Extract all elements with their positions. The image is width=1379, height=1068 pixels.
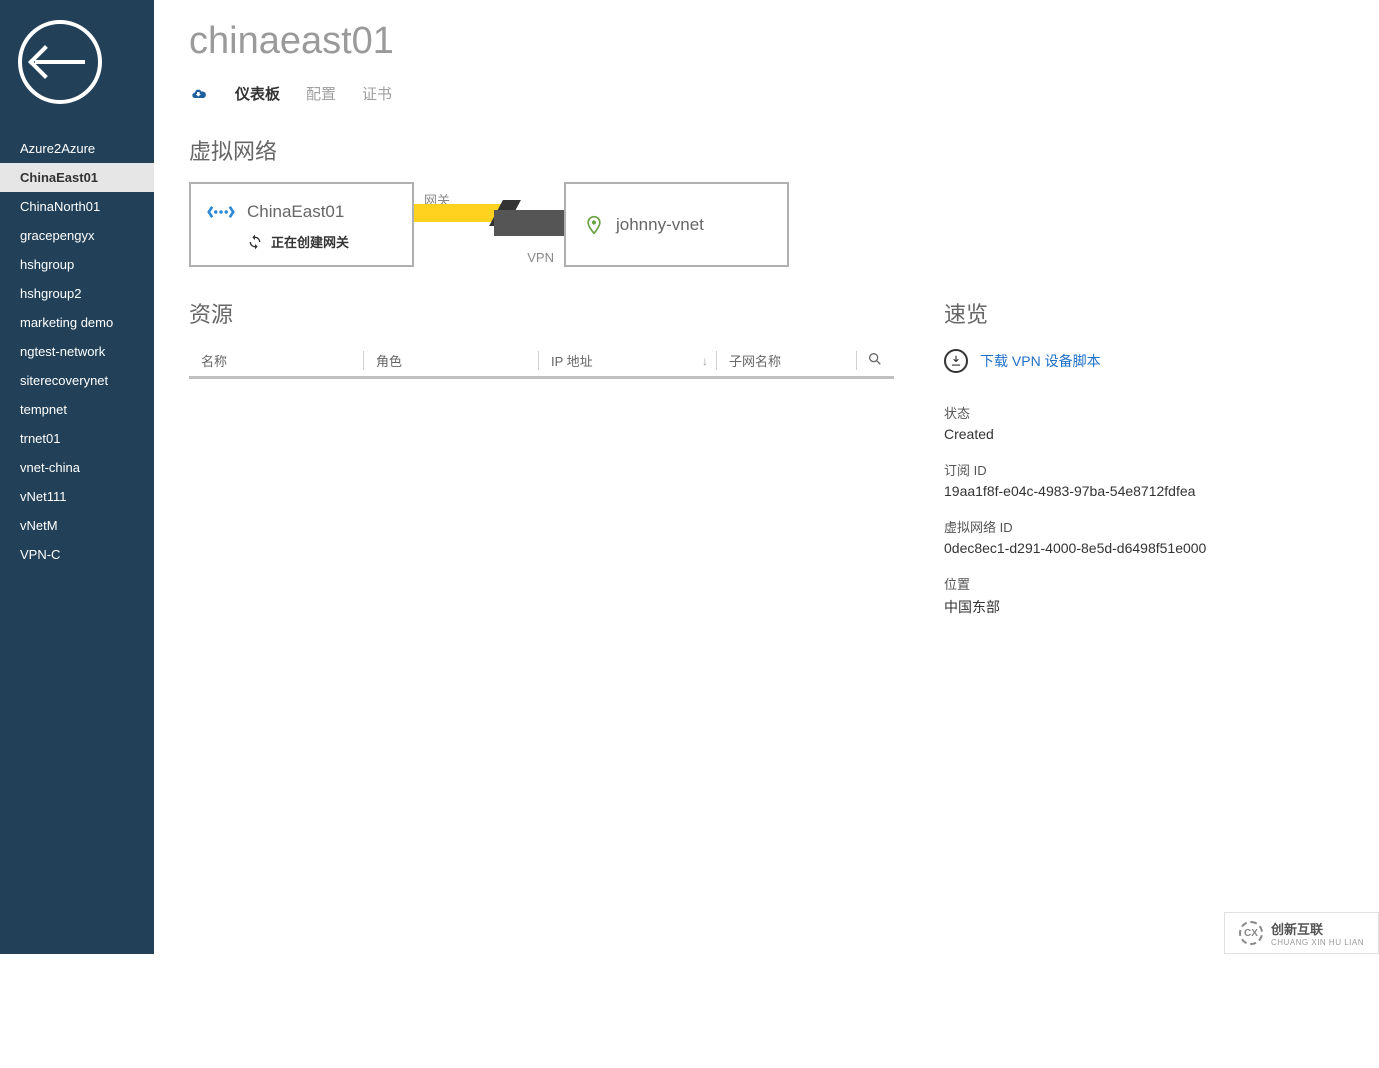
watermark-logo-icon: CX (1239, 921, 1263, 945)
sidebar-item-tempnet[interactable]: tempnet (0, 395, 154, 424)
th-ip-label: IP 地址 (551, 354, 593, 369)
cloud-icon (189, 84, 209, 104)
sidebar-item-hshgroup[interactable]: hshgroup (0, 250, 154, 279)
search-icon (867, 351, 883, 367)
section-resources-title: 资源 (189, 297, 894, 329)
th-name[interactable]: 名称 (189, 351, 364, 370)
sidebar-item-vnetm[interactable]: vNetM (0, 511, 154, 540)
vnet-left-box[interactable]: ChinaEast01 正在创建网关 (189, 182, 414, 267)
vnet-left-name: ChinaEast01 (247, 202, 344, 222)
th-role[interactable]: 角色 (364, 351, 539, 370)
map-pin-icon (584, 213, 604, 237)
vnet-icon (207, 198, 235, 226)
tab-configure[interactable]: 配置 (306, 83, 336, 104)
tab-dashboard[interactable]: 仪表板 (235, 83, 280, 104)
sidebar-item-azure2azure[interactable]: Azure2Azure (0, 134, 154, 163)
watermark-sub: CHUANG XIN HU LIAN (1271, 938, 1364, 947)
th-search[interactable] (857, 351, 893, 370)
sidebar-item-vnet111[interactable]: vNet111 (0, 482, 154, 511)
sidebar-item-hshgroup2[interactable]: hshgroup2 (0, 279, 154, 308)
section-vnet-title: 虚拟网络 (189, 134, 1379, 166)
th-ip[interactable]: IP 地址 ↓ (539, 351, 717, 370)
sidebar-item-chinanorth01[interactable]: ChinaNorth01 (0, 192, 154, 221)
main-content: chinaeast01 仪表板 配置 证书 虚拟网络 ChinaEast01 (154, 0, 1379, 954)
location-label: 位置 (944, 574, 1244, 593)
vnet-id-label: 虚拟网络 ID (944, 517, 1244, 536)
vnet-id-value: 0dec8ec1-d291-4000-8e5d-d6498f51e000 (944, 540, 1244, 556)
vnet-connection: 网关 VPN (414, 182, 564, 267)
sidebar: Azure2Azure ChinaEast01 ChinaNorth01 gra… (0, 0, 154, 954)
watermark: CX 创新互联 CHUANG XIN HU LIAN (1224, 912, 1379, 954)
vnet-right-box[interactable]: johnny-vnet (564, 182, 789, 267)
sidebar-item-vpn-c[interactable]: VPN-C (0, 540, 154, 569)
page-title: chinaeast01 (189, 20, 1379, 63)
sidebar-item-vnet-china[interactable]: vnet-china (0, 453, 154, 482)
location-value: 中国东部 (944, 597, 1244, 617)
vpn-label: VPN (527, 250, 554, 265)
back-button[interactable] (18, 20, 102, 104)
sidebar-item-chinaeast01[interactable]: ChinaEast01 (0, 163, 154, 192)
sort-down-icon: ↓ (702, 354, 708, 368)
section-quick-title: 速览 (944, 297, 1244, 329)
download-link-text: 下载 VPN 设备脚本 (980, 351, 1101, 371)
status-label: 状态 (944, 403, 1244, 422)
status-value: Created (944, 426, 1244, 442)
tabs: 仪表板 配置 证书 (189, 83, 1379, 104)
vnet-diagram: ChinaEast01 正在创建网关 网关 VPN joh (189, 182, 1379, 267)
sidebar-item-ngtest-network[interactable]: ngtest-network (0, 337, 154, 366)
subscription-id-value: 19aa1f8f-e04c-4983-97ba-54e8712fdfea (944, 483, 1244, 499)
tab-certificates[interactable]: 证书 (362, 83, 392, 104)
sidebar-item-siterecoverynet[interactable]: siterecoverynet (0, 366, 154, 395)
th-subnet[interactable]: 子网名称 (717, 351, 857, 370)
vnet-right-name: johnny-vnet (616, 215, 704, 235)
sidebar-item-gracepengyx[interactable]: gracepengyx (0, 221, 154, 250)
sync-icon (247, 234, 263, 250)
watermark-brand: 创新互联 (1271, 919, 1364, 938)
quick-panel: 速览 下载 VPN 设备脚本 状态 Created 订阅 ID 19aa1f8f… (944, 297, 1244, 617)
back-arrow-icon (35, 60, 85, 64)
vnet-left-status: 正在创建网关 (271, 232, 349, 251)
subscription-id-label: 订阅 ID (944, 460, 1244, 479)
download-vpn-script-link[interactable]: 下载 VPN 设备脚本 (944, 349, 1244, 373)
download-icon (944, 349, 968, 373)
sidebar-item-marketing-demo[interactable]: marketing demo (0, 308, 154, 337)
sidebar-item-trnet01[interactable]: trnet01 (0, 424, 154, 453)
resources-table-header: 名称 角色 IP 地址 ↓ 子网名称 (189, 345, 894, 379)
